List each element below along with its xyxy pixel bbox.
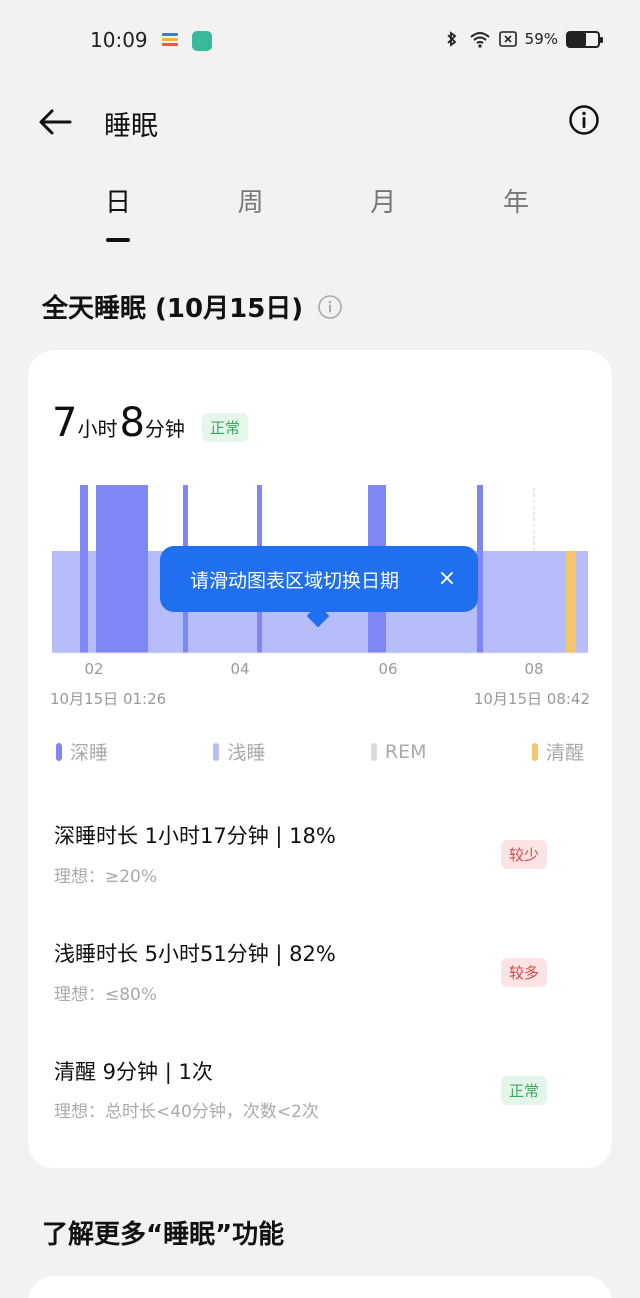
info-icon (569, 105, 599, 135)
awake-ideal: 理想：总时长<40分钟，次数<2次 (54, 1102, 319, 1122)
duration-minutes-unit: 分钟 (144, 417, 185, 441)
light-sleep-badge: 较多 (501, 958, 548, 987)
legend-label: 清醒 (545, 742, 584, 764)
deep-sleep-ideal: 理想：≥20% (54, 867, 158, 887)
battery-icon (566, 30, 603, 48)
period-tabs: 日 周 月 年 (52, 182, 582, 242)
legend-swatch (213, 742, 220, 761)
notification-stack-icon (162, 33, 178, 46)
chart-awake-bar (566, 551, 576, 653)
awake-badge: 正常 (501, 1076, 548, 1105)
legend-label: 浅睡 (227, 742, 266, 764)
arrow-left-icon (39, 109, 72, 135)
page-title: 睡眠 (104, 111, 158, 142)
battery-level (568, 32, 586, 46)
info-outline-icon[interactable] (317, 294, 343, 320)
chart-deep-bar (80, 485, 88, 653)
legend-swatch (531, 742, 538, 761)
legend-label: 深睡 (70, 742, 109, 764)
info-button[interactable] (568, 104, 600, 136)
axis-tick: 02 (84, 660, 104, 678)
section-title: 全天睡眠 (10月15日) (42, 288, 343, 325)
more-features-title: 了解更多“睡眠”功能 (42, 1220, 285, 1250)
awake-metric: 清醒 9分钟 | 1次 (54, 1060, 213, 1084)
sleep-duration: 7 小时 8 分钟 (52, 400, 187, 446)
back-button[interactable] (34, 102, 78, 142)
legend-swatch (56, 742, 62, 761)
tab-day[interactable]: 日 (52, 182, 184, 242)
legend-light: 浅睡 (213, 738, 265, 765)
legend-rem: REM (370, 738, 427, 765)
tooltip-text: 请滑动图表区域切换日期 (190, 569, 400, 592)
legend-deep: 深睡 (56, 738, 108, 765)
battery-percent: 59% (524, 30, 558, 48)
app-notification-icon (192, 31, 212, 51)
status-time: 10:09 (90, 28, 148, 52)
light-sleep-metric: 浅睡时长 5小时51分钟 | 82% (54, 942, 336, 966)
sim-x-icon (498, 31, 517, 47)
deep-sleep-badge: 较少 (501, 840, 548, 869)
section-title-text: 全天睡眠 (10月15日) (42, 294, 304, 324)
legend-awake: 清醒 (531, 738, 584, 765)
tab-month[interactable]: 月 (317, 182, 449, 242)
chart-tooltip: 请滑动图表区域切换日期 (160, 546, 478, 612)
legend-swatch (370, 742, 377, 761)
chart-deep-bar (96, 485, 148, 653)
light-sleep-ideal: 理想：≤80% (54, 985, 158, 1005)
axis-tick: 04 (230, 660, 250, 678)
bluetooth-icon (447, 31, 457, 47)
axis-tick: 06 (378, 660, 398, 678)
tooltip-close-button[interactable]: × (432, 564, 462, 594)
wifi-icon (469, 32, 490, 48)
deep-sleep-metric: 深睡时长 1小时17分钟 | 18% (54, 824, 336, 848)
axis-tick: 08 (524, 660, 544, 678)
duration-minutes: 8 (119, 400, 145, 446)
tab-year[interactable]: 年 (450, 182, 582, 242)
chart-legend: 深睡 浅睡 REM 清醒 (56, 738, 584, 765)
chart-end-time: 10月15日 08:42 (473, 690, 590, 708)
duration-hours: 7 (52, 400, 78, 446)
tab-week[interactable]: 周 (185, 182, 317, 242)
more-features-card[interactable] (28, 1276, 612, 1298)
duration-hours-unit: 小时 (77, 417, 118, 441)
status-icons: 59% (443, 30, 603, 48)
chart-start-time: 10月15日 01:26 (50, 690, 167, 708)
legend-label: REM (384, 740, 427, 763)
status-badge: 正常 (202, 413, 249, 442)
